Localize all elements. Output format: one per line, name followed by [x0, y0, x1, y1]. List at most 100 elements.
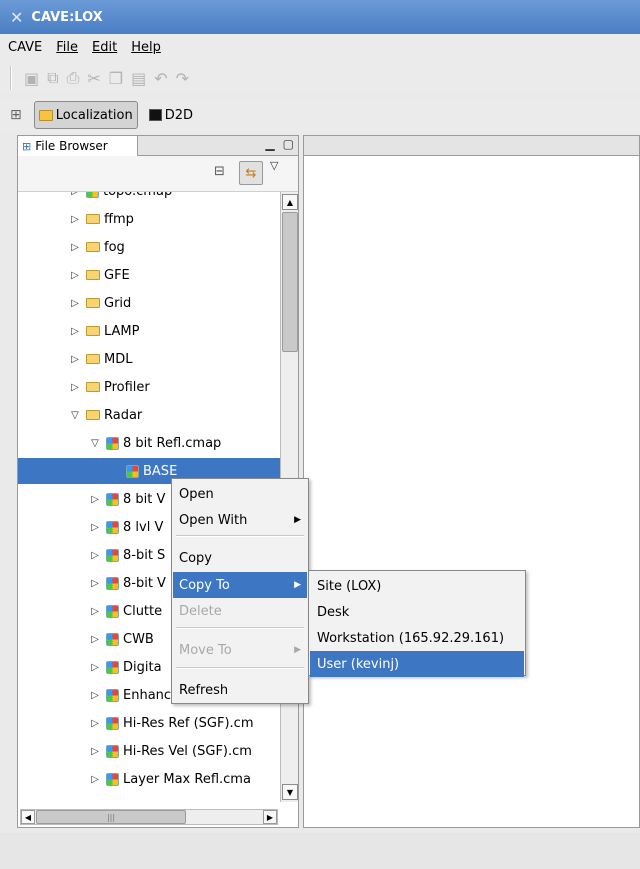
scroll-thumb[interactable]: [282, 212, 298, 352]
paste-icon[interactable]: ▤: [131, 69, 146, 88]
tree-item-label: BASE: [143, 463, 178, 479]
collapsed-arrow-icon[interactable]: ▷: [88, 634, 102, 645]
menu-edit[interactable]: Edit: [92, 40, 117, 55]
save-icon[interactable]: ▣: [24, 69, 39, 88]
view-menu-icon[interactable]: ▽: [270, 159, 278, 172]
cut-icon[interactable]: ✂: [87, 69, 100, 88]
collapse-all-icon[interactable]: ⊟: [214, 164, 225, 179]
collapsed-arrow-icon[interactable]: ▷: [88, 494, 102, 505]
d2d-perspective-button[interactable]: D2D: [144, 101, 198, 129]
tree-item-label: 8-bit S: [123, 547, 166, 563]
menu-separator: [176, 627, 304, 629]
copy-to-item[interactable]: User (kevinj): [310, 651, 524, 677]
collapsed-arrow-icon[interactable]: ▷: [68, 298, 82, 309]
tree-item-label: Radar: [104, 407, 143, 423]
tree-item[interactable]: ▷ Grid: [18, 290, 280, 316]
tree-item[interactable]: ▽ Radar: [18, 402, 280, 428]
localization-label: Localization: [55, 107, 133, 123]
context-menu-item-open[interactable]: Open: [173, 481, 307, 507]
tree-item[interactable]: ▷ fog: [18, 234, 280, 260]
panel-window-buttons: ▁ ▢: [265, 137, 294, 151]
colormap-icon: [106, 604, 119, 618]
tree-item-label: MDL: [104, 351, 133, 367]
app-x-icon: ✕: [10, 7, 24, 27]
tree-item[interactable]: ▷ Profiler: [18, 374, 280, 400]
tree-item[interactable]: ▷ topo.cmap: [18, 192, 280, 204]
collapsed-arrow-icon[interactable]: ▷: [68, 354, 82, 365]
collapsed-arrow-icon[interactable]: ▷: [88, 522, 102, 533]
copy-to-item[interactable]: Desk: [310, 599, 524, 625]
toolbar-grip[interactable]: [10, 66, 12, 90]
collapsed-arrow-icon[interactable]: ▷: [88, 746, 102, 757]
collapsed-arrow-icon[interactable]: ▷: [68, 192, 82, 197]
collapsed-arrow-icon[interactable]: ▷: [88, 578, 102, 589]
file-browser-tabrow: ⊞ File Browser ▁ ▢: [18, 136, 298, 156]
scroll-down-icon[interactable]: ▼: [282, 784, 298, 800]
context-menu-item-label: Open: [179, 486, 214, 502]
open-perspective-icon[interactable]: ⊞: [10, 107, 22, 123]
menu-separator: [176, 535, 304, 537]
tree-item[interactable]: ▷ Layer Max Refl.cma: [18, 766, 280, 792]
collapsed-arrow-icon[interactable]: ▷: [68, 270, 82, 281]
tree-item[interactable]: ▽ 8 bit Refl.cmap: [18, 430, 280, 456]
scroll-right-icon[interactable]: ▶: [263, 810, 277, 824]
context-menu-item-copy-to[interactable]: Copy To ▶: [173, 572, 307, 598]
maximize-icon[interactable]: ▢: [283, 137, 294, 151]
link-with-editor-icon[interactable]: ⇆: [239, 161, 263, 185]
hscroll-thumb[interactable]: |||: [36, 810, 186, 824]
collapsed-arrow-icon[interactable]: ▷: [88, 550, 102, 561]
collapsed-arrow-icon[interactable]: ▷: [88, 690, 102, 701]
print-icon[interactable]: ⎙: [67, 68, 80, 88]
collapsed-arrow-icon[interactable]: ▷: [68, 382, 82, 393]
tree-item[interactable]: ▷ Hi-Res Vel (SGF).cm: [18, 738, 280, 764]
expanded-arrow-icon[interactable]: ▽: [68, 410, 82, 421]
menu-cave[interactable]: CAVE: [8, 40, 42, 55]
collapsed-arrow-icon[interactable]: ▷: [88, 606, 102, 617]
collapsed-arrow-icon[interactable]: ▷: [88, 718, 102, 729]
collapsed-arrow-icon[interactable]: ▷: [88, 774, 102, 785]
file-browser-tab[interactable]: ⊞ File Browser: [18, 136, 138, 156]
collapsed-arrow-icon[interactable]: ▷: [68, 326, 82, 337]
copy-icon[interactable]: ❐: [109, 69, 123, 88]
localization-perspective-button[interactable]: Localization: [33, 101, 138, 129]
copy-to-item[interactable]: Site (LOX): [310, 573, 524, 599]
tree-item-label: 8 bit V: [123, 491, 166, 507]
tree-item-label: Grid: [104, 295, 132, 311]
colormap-icon: [106, 576, 119, 590]
context-menu-item-refresh[interactable]: Refresh: [173, 677, 307, 703]
context-menu: Open Open With ▶ Copy Copy To ▶ Delete Move To ▶…: [171, 478, 309, 704]
tree-horizontal-scrollbar[interactable]: ◀ ||| ▶: [20, 809, 278, 825]
colormap-icon: [106, 744, 119, 758]
save-all-icon[interactable]: ⧉: [47, 68, 58, 88]
menu-separator: [176, 667, 304, 669]
colormap-icon: [106, 772, 119, 786]
minimize-icon[interactable]: ▁: [265, 137, 274, 151]
perspective-bar: ⊞ Localization D2D: [0, 98, 640, 132]
tree-item[interactable]: ▷ Hi-Res Ref (SGF).cm: [18, 710, 280, 736]
context-menu-item-copy[interactable]: Copy: [173, 545, 307, 571]
tree-item-label: Digita: [123, 659, 162, 675]
scroll-up-icon[interactable]: ▲: [282, 194, 298, 210]
collapsed-arrow-icon[interactable]: ▷: [88, 662, 102, 673]
window-titlebar[interactable]: ✕ CAVE:LOX: [0, 0, 640, 34]
submenu-arrow-icon: ▶: [294, 515, 301, 525]
tree-item[interactable]: ▷ LAMP: [18, 318, 280, 344]
collapsed-arrow-icon[interactable]: ▷: [68, 214, 82, 225]
d2d-icon: [148, 109, 162, 121]
tree-item-label: CWB: [123, 631, 154, 647]
menu-file[interactable]: File: [56, 40, 78, 55]
tree-item[interactable]: ▷ MDL: [18, 346, 280, 372]
redo-icon[interactable]: ↷: [176, 69, 189, 88]
tree-item[interactable]: ▷ ffmp: [18, 206, 280, 232]
copy-to-item[interactable]: Workstation (165.92.29.161): [310, 625, 524, 651]
context-menu-item-open-with[interactable]: Open With ▶: [173, 507, 307, 533]
undo-icon[interactable]: ↶: [154, 69, 167, 88]
collapsed-arrow-icon[interactable]: ▷: [68, 242, 82, 253]
colormap-icon: [106, 688, 119, 702]
scroll-left-icon[interactable]: ◀: [21, 810, 35, 824]
expanded-arrow-icon[interactable]: ▽: [88, 438, 102, 449]
editor-area: [303, 135, 640, 828]
tree-item-label: 8-bit V: [123, 575, 166, 591]
tree-item[interactable]: ▷ GFE: [18, 262, 280, 288]
menu-help[interactable]: Help: [131, 40, 161, 55]
